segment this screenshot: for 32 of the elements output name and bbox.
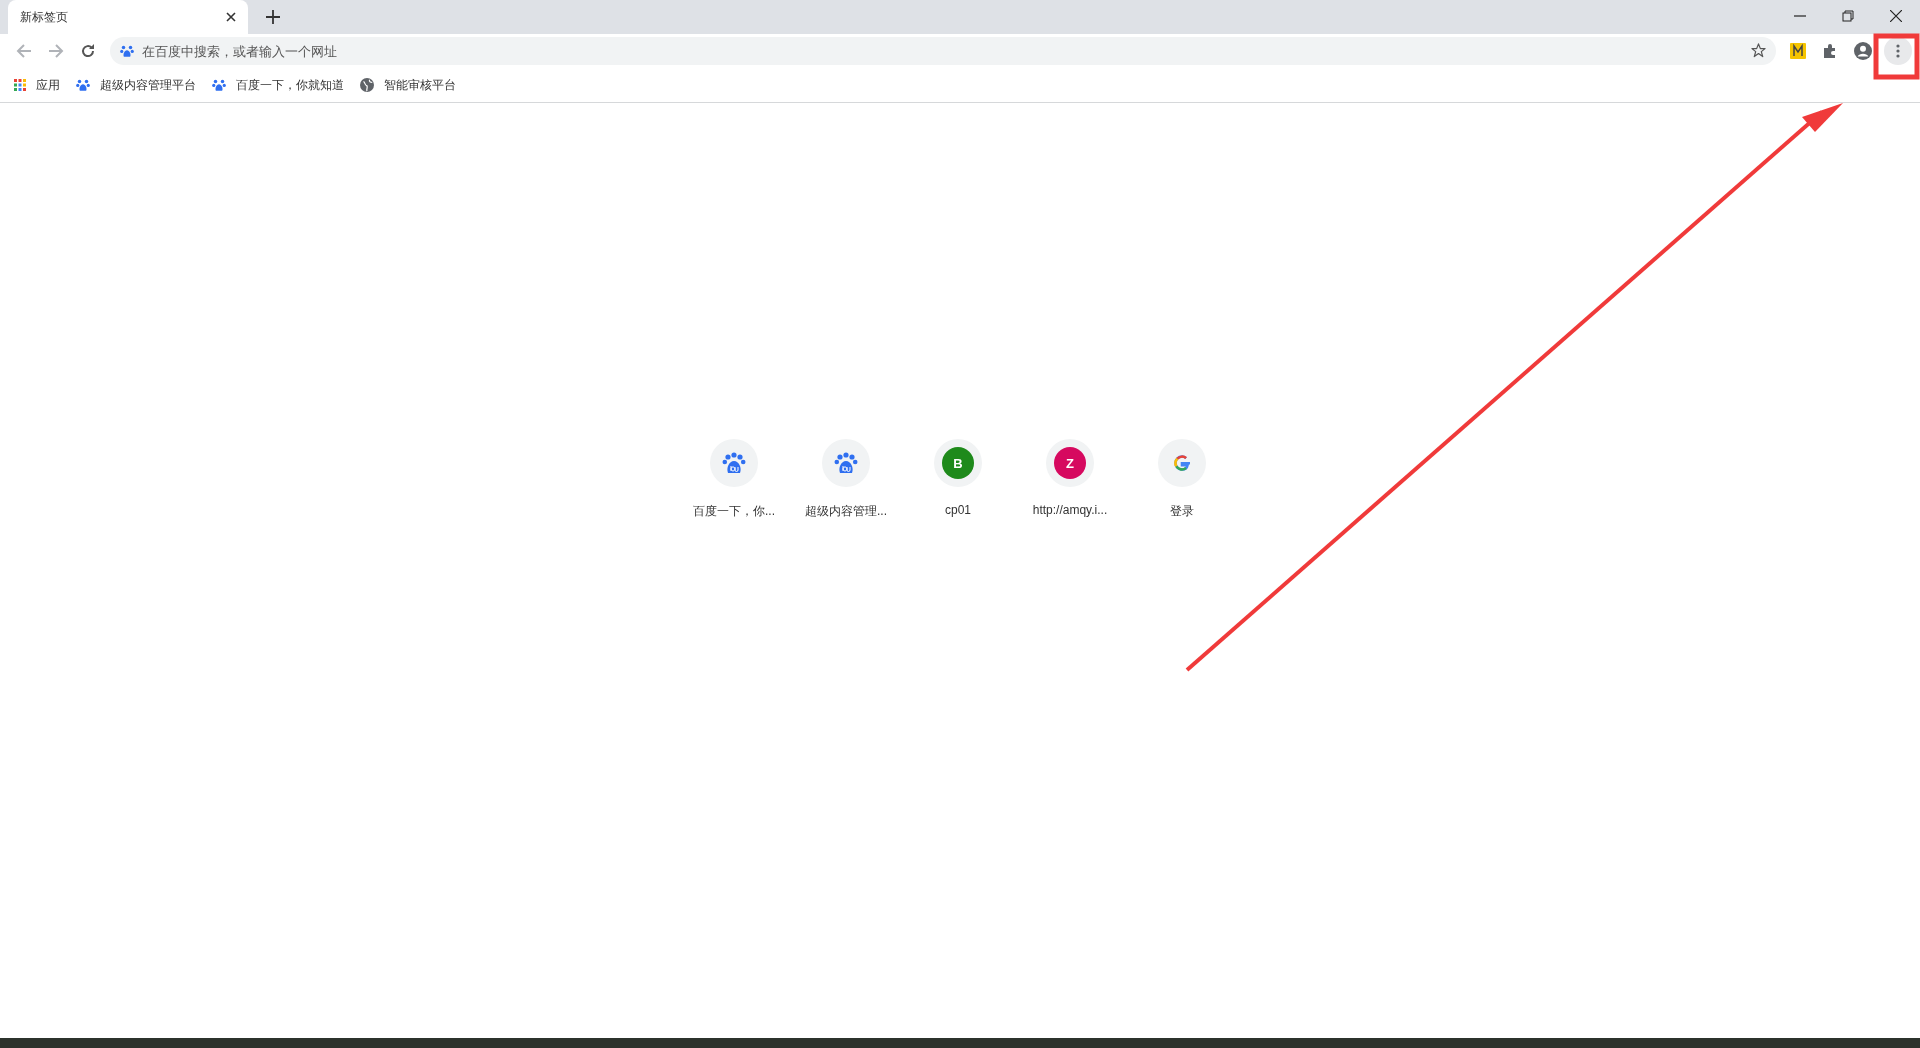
letter-avatar-icon: Z — [1054, 447, 1086, 479]
shortcut-tile[interactable]: 超级内容管理... — [790, 439, 902, 1038]
shortcut-tile[interactable]: B cp01 — [902, 439, 1014, 1038]
paw-icon — [722, 452, 746, 474]
paw-icon — [212, 78, 226, 92]
paw-icon — [76, 78, 90, 92]
account-icon[interactable] — [1854, 42, 1872, 60]
globe-icon — [360, 78, 374, 92]
restore-icon[interactable] — [1842, 10, 1854, 22]
shortcut-tile[interactable]: 登录 — [1126, 439, 1238, 1038]
bookmark-item[interactable]: 百度一下，你就知道 — [212, 76, 344, 94]
star-icon[interactable] — [1751, 43, 1766, 58]
paw-icon — [834, 452, 858, 474]
m-extension-icon[interactable] — [1790, 43, 1806, 59]
reload-icon[interactable] — [80, 43, 96, 59]
g-logo-icon — [1172, 453, 1192, 473]
plus-icon[interactable] — [266, 10, 280, 24]
bookmark-item[interactable]: 智能审核平台 — [360, 76, 456, 94]
bookmark-item[interactable]: 超级内容管理平台 — [76, 76, 196, 94]
bookmark-item[interactable]: 应用 — [14, 76, 60, 94]
apps-grid-icon — [14, 79, 26, 91]
close-icon[interactable] — [1890, 10, 1902, 22]
browser-tab[interactable]: 新标签页 — [8, 0, 248, 34]
menu-button[interactable] — [1884, 37, 1912, 65]
letter-avatar-icon: B — [942, 447, 974, 479]
highlight-frame — [1873, 33, 1920, 80]
puzzle-icon[interactable] — [1822, 43, 1838, 59]
shortcut-tile[interactable]: Z http://amqy.i... — [1014, 439, 1126, 1038]
close-icon[interactable] — [226, 12, 236, 22]
address-bar[interactable]: 在百度中搜索，或者输入一个网址 — [110, 37, 1776, 65]
shortcut-tile[interactable]: 百度一下，你... — [678, 439, 790, 1038]
menu-icon — [1896, 44, 1900, 58]
